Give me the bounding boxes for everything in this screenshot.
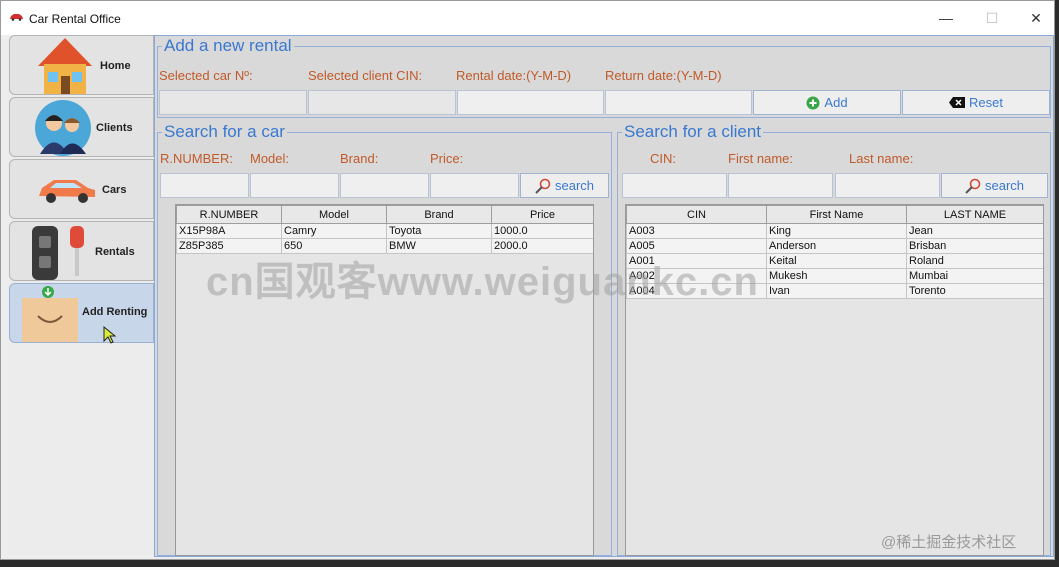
sidebar-item-add-renting[interactable]: Add Renting bbox=[9, 283, 154, 344]
column-header[interactable]: R.NUMBER bbox=[176, 205, 282, 224]
table-row[interactable]: X15P98A Camry Toyota 1000.0 bbox=[176, 223, 593, 239]
column-header[interactable]: Price bbox=[491, 205, 593, 224]
car-brand-label: Brand: bbox=[340, 151, 379, 166]
app-window: Car Rental Office — ☐ ✕ Home Clients Car… bbox=[0, 0, 1055, 560]
add-button-label: Add bbox=[824, 95, 848, 110]
add-rental-legend: Add a new rental bbox=[164, 36, 292, 55]
sidebar-item-clients[interactable]: Clients bbox=[9, 97, 154, 157]
rental-date-label: Rental date:(Y-M-D) bbox=[456, 68, 572, 83]
car-rnumber-input[interactable] bbox=[160, 173, 249, 198]
sidebar: Home Clients Cars Rentals Add Renting bbox=[7, 35, 155, 555]
reset-button-label: Reset bbox=[969, 95, 1003, 110]
users-icon bbox=[35, 100, 91, 156]
table-cell: A003 bbox=[626, 223, 767, 239]
table-cell: King bbox=[766, 223, 907, 239]
table-cell: Camry bbox=[281, 223, 387, 239]
table-cell: Roland bbox=[906, 253, 1043, 269]
return-date-label: Return date:(Y-M-D) bbox=[605, 68, 722, 83]
column-header[interactable]: Model bbox=[281, 205, 387, 224]
car-icon bbox=[39, 180, 95, 203]
table-cell: Anderson bbox=[766, 238, 907, 254]
car-key-icon bbox=[32, 226, 84, 280]
window-title: Car Rental Office bbox=[29, 12, 121, 26]
selected-cin-field[interactable] bbox=[308, 90, 456, 115]
home-icon bbox=[38, 38, 92, 94]
maximize-button[interactable]: ☐ bbox=[977, 7, 1007, 29]
rental-date-input[interactable] bbox=[457, 90, 604, 115]
table-cell: Brisban bbox=[906, 238, 1043, 254]
table-row[interactable]: A003 King Jean bbox=[626, 223, 1043, 239]
table-cell: 1000.0 bbox=[491, 223, 593, 239]
car-price-label: Price: bbox=[430, 151, 464, 166]
table-cell: Mukesh bbox=[766, 268, 907, 284]
car-model-input[interactable] bbox=[250, 173, 339, 198]
title-bar: Car Rental Office — ☐ ✕ bbox=[1, 1, 1054, 35]
corner-watermark: @稀土掘金技术社区 bbox=[881, 534, 1017, 551]
car-price-input[interactable] bbox=[430, 173, 519, 198]
car-search-legend: Search for a car bbox=[164, 122, 285, 141]
car-rnumber-label: R.NUMBER: bbox=[160, 151, 233, 166]
table-cell: Torento bbox=[906, 283, 1043, 299]
minimize-button[interactable]: — bbox=[931, 7, 961, 29]
car-search-button[interactable]: search bbox=[520, 173, 609, 198]
table-cell: Mumbai bbox=[906, 268, 1043, 284]
client-first-name-label: First name: bbox=[728, 151, 794, 166]
selected-car-field[interactable] bbox=[159, 90, 307, 115]
sidebar-item-label: Home bbox=[100, 60, 131, 72]
car-model-label: Model: bbox=[250, 151, 290, 166]
mouse-cursor-icon bbox=[103, 326, 117, 344]
car-app-icon bbox=[10, 14, 23, 21]
sidebar-item-cars[interactable]: Cars bbox=[9, 159, 154, 219]
sidebar-item-label: Rentals bbox=[95, 246, 135, 258]
column-header[interactable]: CIN bbox=[626, 205, 767, 224]
column-header[interactable]: Brand bbox=[386, 205, 492, 224]
table-cell: X15P98A bbox=[176, 223, 282, 239]
search-icon bbox=[965, 178, 981, 194]
search-icon bbox=[535, 178, 551, 194]
client-search-legend: Search for a client bbox=[624, 122, 762, 141]
sidebar-item-label: Add Renting bbox=[82, 306, 148, 318]
column-header[interactable]: LAST NAME bbox=[906, 205, 1043, 224]
selected-cin-label: Selected client CIN: bbox=[308, 68, 423, 83]
sidebar-item-rentals[interactable]: Rentals bbox=[9, 221, 154, 281]
sidebar-item-home[interactable]: Home bbox=[9, 35, 154, 95]
client-first-name-input[interactable] bbox=[728, 173, 833, 198]
table-cell: Toyota bbox=[386, 223, 492, 239]
client-cin-input[interactable] bbox=[622, 173, 727, 198]
add-button[interactable]: Add bbox=[753, 90, 901, 115]
client-last-name-input[interactable] bbox=[835, 173, 940, 198]
sidebar-item-label: Clients bbox=[96, 122, 133, 134]
watermark-text: cn国观客www.weiguankc.cn bbox=[206, 260, 759, 304]
client-cin-label: CIN: bbox=[650, 151, 676, 166]
client-search-label: search bbox=[984, 178, 1025, 193]
backspace-icon bbox=[949, 97, 966, 108]
client-last-name-label: Last name: bbox=[849, 151, 914, 166]
shopping-bag-icon bbox=[22, 286, 78, 342]
close-button[interactable]: ✕ bbox=[1021, 7, 1051, 29]
sidebar-item-label: Cars bbox=[102, 184, 127, 196]
car-search-label: search bbox=[554, 178, 595, 193]
add-icon bbox=[806, 96, 820, 109]
reset-button[interactable]: Reset bbox=[902, 90, 1050, 115]
car-brand-input[interactable] bbox=[340, 173, 429, 198]
selected-car-label: Selected car Nº: bbox=[159, 68, 253, 83]
column-header[interactable]: First Name bbox=[766, 205, 907, 224]
table-cell: Jean bbox=[906, 223, 1043, 239]
client-search-button[interactable]: search bbox=[941, 173, 1048, 198]
table-cell: Ivan bbox=[766, 283, 907, 299]
return-date-input[interactable] bbox=[605, 90, 752, 115]
table-cell: Keital bbox=[766, 253, 907, 269]
